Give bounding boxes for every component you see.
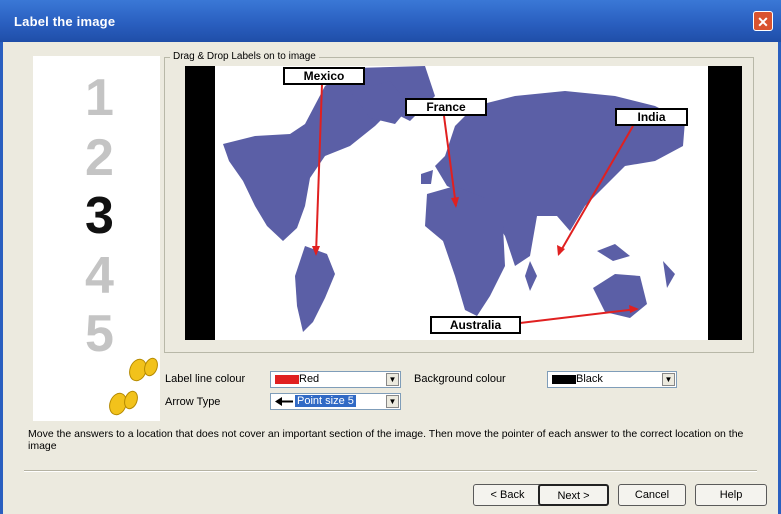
chevron-down-icon[interactable]: ▼ — [386, 373, 399, 386]
arrow-type-label: Arrow Type — [165, 396, 221, 408]
arrow-type-value: Point size 5 — [295, 395, 356, 407]
next-button[interactable]: Next > — [538, 484, 609, 506]
title-bar: Label the image ✕ — [0, 0, 781, 42]
label-india[interactable]: India — [615, 108, 688, 126]
arrow-left-icon — [275, 397, 293, 406]
footer-divider — [24, 470, 757, 472]
background-colour-select[interactable]: Black ▼ — [547, 371, 677, 388]
step-2: 2 — [85, 129, 114, 187]
arrow-type-select[interactable]: Point size 5 ▼ — [270, 393, 401, 410]
instructions-text: Move the answers to a location that does… — [28, 428, 744, 452]
label-line-colour-select[interactable]: Red ▼ — [270, 371, 401, 388]
close-button[interactable]: ✕ — [753, 11, 773, 31]
label-line-colour-label: Label line colour — [165, 373, 246, 385]
back-button[interactable]: < Back — [473, 484, 542, 506]
footprints-icon — [109, 357, 158, 416]
label-mexico[interactable]: Mexico — [283, 67, 365, 85]
step-3-current: 3 — [85, 187, 114, 245]
chevron-down-icon[interactable]: ▼ — [662, 373, 675, 386]
world-map[interactable]: Mexico France India Australia — [185, 66, 742, 340]
label-australia[interactable]: Australia — [430, 316, 521, 334]
label-line-colour-value: Red — [299, 373, 320, 385]
background-colour-swatch — [552, 375, 576, 384]
close-icon: ✕ — [757, 14, 769, 30]
chevron-down-icon[interactable]: ▼ — [386, 395, 399, 408]
cancel-button[interactable]: Cancel — [618, 484, 686, 506]
label-france[interactable]: France — [405, 98, 487, 116]
label-line-colour-swatch — [275, 375, 299, 384]
window-title: Label the image — [14, 14, 116, 29]
help-button[interactable]: Help — [695, 484, 767, 506]
step-1: 1 — [85, 69, 114, 127]
background-colour-value: Black — [576, 373, 603, 385]
background-colour-label: Background colour — [414, 373, 506, 385]
step-4: 4 — [85, 247, 114, 305]
drag-drop-group-title: Drag & Drop Labels on to image — [170, 51, 319, 62]
